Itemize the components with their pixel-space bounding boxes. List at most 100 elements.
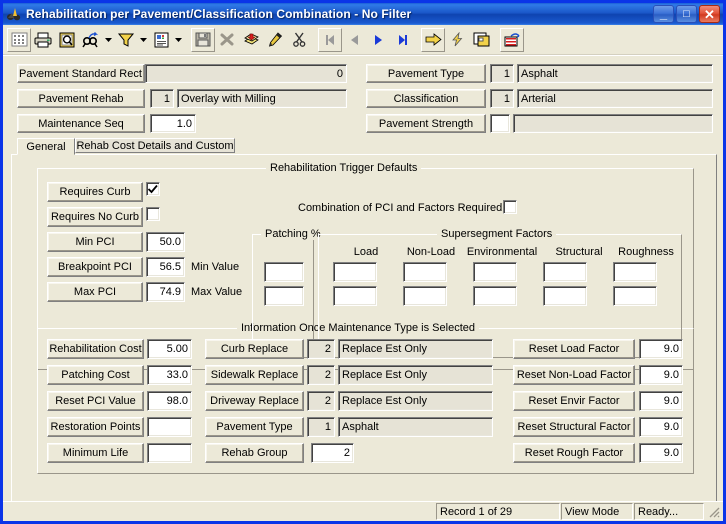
sidewalk-replace-value[interactable]: Replace Est Only — [338, 365, 493, 385]
previous-record-icon[interactable] — [342, 27, 366, 52]
resize-grip[interactable] — [707, 505, 721, 519]
exit-icon[interactable] — [500, 27, 524, 52]
rehabilitation-cost-value[interactable]: 5.00 — [147, 339, 192, 359]
reset-non-load-factor-value[interactable]: 9.0 — [639, 365, 683, 385]
reset-structural-factor-label-button[interactable]: Reset Structural Factor — [513, 417, 635, 437]
report-dropdown-arrow[interactable] — [173, 28, 184, 52]
patching-cost-value[interactable]: 33.0 — [147, 365, 192, 385]
pavement-type-value[interactable]: Asphalt — [517, 64, 713, 83]
requires-curb-label-button[interactable]: Requires Curb — [47, 182, 143, 202]
requires-no-curb-label-button[interactable]: Requires No Curb — [47, 207, 143, 227]
filter-dropdown-arrow[interactable] — [138, 28, 149, 52]
reset-non-load-factor-label-button[interactable]: Reset Non-Load Factor — [513, 365, 635, 385]
supersegment-structural-min[interactable] — [543, 262, 587, 282]
supersegment-structural-max[interactable] — [543, 286, 587, 306]
supersegment-non-load-min[interactable] — [403, 262, 447, 282]
minimize-button[interactable]: _ — [653, 5, 674, 23]
patching-min-value[interactable] — [264, 262, 304, 282]
driveway-replace-code[interactable]: 2 — [307, 391, 335, 411]
curb-replace-value[interactable]: Replace Est Only — [338, 339, 493, 359]
rehab-group-value[interactable]: 2 — [311, 443, 354, 463]
classification-value[interactable]: Arterial — [517, 89, 713, 108]
delete-icon[interactable] — [215, 27, 239, 52]
reset-structural-factor-value[interactable]: 9.0 — [639, 417, 683, 437]
supersegment-environmental-min[interactable] — [473, 262, 517, 282]
maximize-button[interactable]: □ — [676, 5, 697, 23]
driveway-replace-value[interactable]: Replace Est Only — [338, 391, 493, 411]
requires-curb-checkbox[interactable] — [146, 182, 160, 196]
supersegment-environmental-max[interactable] — [473, 286, 517, 306]
pavement-type-code[interactable]: 1 — [490, 64, 514, 83]
curb-replace-label-button[interactable]: Curb Replace — [205, 339, 304, 359]
reset-rough-factor-label-button[interactable]: Reset Rough Factor — [513, 443, 635, 463]
window-layout-icon[interactable] — [469, 27, 493, 52]
pavement-type-info-code[interactable]: 1 — [307, 417, 335, 437]
grid-view-icon[interactable] — [7, 27, 31, 52]
pavement-strength-value[interactable] — [513, 114, 713, 133]
classification-label-button[interactable]: Classification — [366, 89, 486, 108]
goto-icon[interactable] — [421, 27, 445, 52]
find-dropdown-arrow[interactable] — [103, 28, 114, 52]
supersegment-load-max[interactable] — [333, 286, 377, 306]
tab-rehab-cost-details[interactable]: Rehab Cost Details and Custom — [75, 138, 235, 153]
pavement-rehab-value[interactable]: Overlay with Milling — [177, 89, 347, 108]
pavement-type-info-value[interactable]: Asphalt — [338, 417, 493, 437]
edit-icon[interactable] — [263, 27, 287, 52]
supersegment-load-min[interactable] — [333, 262, 377, 282]
reset-rough-factor-value[interactable]: 9.0 — [639, 443, 683, 463]
restoration-points-value[interactable] — [147, 417, 192, 437]
cut-icon[interactable] — [287, 27, 311, 52]
close-button[interactable]: ✕ — [699, 5, 720, 23]
reset-envir-factor-value[interactable]: 9.0 — [639, 391, 683, 411]
patching-max-value[interactable] — [264, 286, 304, 306]
combination-required-checkbox[interactable] — [503, 200, 517, 214]
supersegment-non-load-max[interactable] — [403, 286, 447, 306]
restoration-points-label-button[interactable]: Restoration Points — [47, 417, 144, 437]
find-icon[interactable] — [79, 27, 103, 52]
print-icon[interactable] — [31, 27, 55, 52]
execute-icon[interactable] — [445, 27, 469, 52]
driveway-replace-label-button[interactable]: Driveway Replace — [205, 391, 304, 411]
pavement-standard-rect-value[interactable]: 0 — [145, 64, 347, 83]
pavement-strength-label-button[interactable]: Pavement Strength — [366, 114, 486, 133]
reset-pci-value-value[interactable]: 98.0 — [147, 391, 192, 411]
save-icon[interactable] — [191, 27, 215, 52]
classification-code[interactable]: 1 — [490, 89, 514, 108]
filter-icon[interactable] — [114, 27, 138, 52]
reset-load-factor-value[interactable]: 9.0 — [639, 339, 683, 359]
reset-envir-factor-label-button[interactable]: Reset Envir Factor — [513, 391, 635, 411]
min-pci-label-button[interactable]: Min PCI — [47, 232, 143, 252]
last-record-icon[interactable] — [390, 27, 414, 52]
reset-load-factor-label-button[interactable]: Reset Load Factor — [513, 339, 635, 359]
minimum-life-value[interactable] — [147, 443, 192, 463]
breakpoint-pci-label-button[interactable]: Breakpoint PCI — [47, 257, 143, 277]
title-bar[interactable]: Rehabilitation per Pavement/Classificati… — [3, 3, 723, 25]
new-record-icon[interactable] — [239, 27, 263, 52]
sidewalk-replace-code[interactable]: 2 — [307, 365, 335, 385]
first-record-icon[interactable] — [318, 27, 342, 52]
supersegment-roughness-min[interactable] — [613, 262, 657, 282]
tab-general[interactable]: General — [17, 138, 75, 155]
supersegment-roughness-max[interactable] — [613, 286, 657, 306]
curb-replace-code[interactable]: 2 — [307, 339, 335, 359]
pavement-rehab-code[interactable]: 1 — [150, 89, 174, 108]
reset-pci-value-label-button[interactable]: Reset PCI Value — [47, 391, 144, 411]
pavement-type-info-label-button[interactable]: Pavement Type — [205, 417, 304, 437]
rehab-group-label-button[interactable]: Rehab Group — [205, 443, 304, 463]
pavement-type-label-button[interactable]: Pavement Type — [366, 64, 486, 83]
sidewalk-replace-label-button[interactable]: Sidewalk Replace — [205, 365, 304, 385]
max-pci-value[interactable]: 74.9 — [146, 282, 185, 302]
rehabilitation-cost-label-button[interactable]: Rehabilitation Cost — [47, 339, 144, 359]
next-record-icon[interactable] — [366, 27, 390, 52]
maintenance-seq-value[interactable]: 1.0 — [150, 114, 196, 133]
max-pci-label-button[interactable]: Max PCI — [47, 282, 143, 302]
pavement-standard-rect-label-button[interactable]: Pavement Standard Rect — [17, 64, 145, 83]
print-preview-icon[interactable] — [55, 27, 79, 52]
minimum-life-label-button[interactable]: Minimum Life — [47, 443, 144, 463]
patching-cost-label-button[interactable]: Patching Cost — [47, 365, 144, 385]
pavement-rehab-label-button[interactable]: Pavement Rehab — [17, 89, 145, 108]
report-icon[interactable] — [149, 27, 173, 52]
breakpoint-pci-value[interactable]: 56.5 — [146, 257, 185, 277]
min-pci-value[interactable]: 50.0 — [146, 232, 185, 252]
pavement-strength-code[interactable] — [490, 114, 510, 133]
